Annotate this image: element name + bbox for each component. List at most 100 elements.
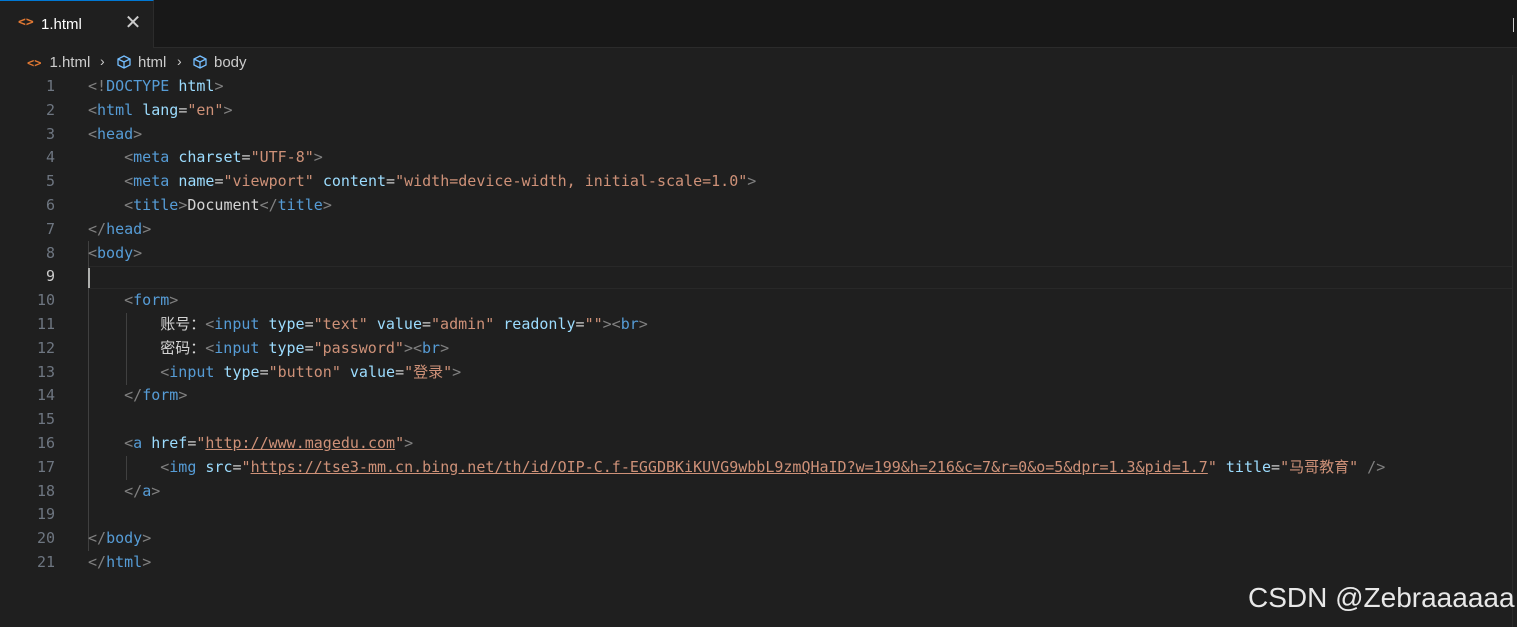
code-token-bracket: < [124,434,134,452]
code-token-tag: br [620,315,639,333]
code-token-tag: a [133,434,143,452]
code-editor-window: <> 1.html ✕ <> 1.html › html › body 12345… [0,0,1517,627]
code-token-str: "viewport" [223,172,314,191]
code-token-tag: head [97,124,134,143]
line-number: 9 [45,267,55,286]
line-number: 20 [36,529,55,548]
breadcrumb-file[interactable]: <> 1.html [27,54,90,71]
line-number: 11 [36,315,55,333]
code-token-bracket: > [452,362,462,381]
code-token-tag: a [142,481,152,500]
code-line[interactable]: <meta name="viewport" content="width=dev… [88,170,756,194]
code-token-tag: html [97,100,134,119]
code-token-str: "button" [268,362,341,381]
code-token-eq: = [304,315,314,333]
code-line[interactable]: <a href="http://www.magedu.com"> [88,432,413,456]
html-file-icon: <> [27,56,42,70]
code-token-attr: readonly [503,315,576,333]
code-token-bracket: < [88,243,98,262]
code-token-attr: title [1225,457,1272,476]
line-number: 6 [45,196,55,214]
code-token-tag: title [277,196,323,214]
code-line[interactable]: <img src="https://tse3-mm.cn.bing.net/th… [88,456,1385,480]
code-token-url: http://www.magedu.com [205,434,396,452]
code-line[interactable]: <head> [88,123,142,147]
breadcrumb-body-label: body [214,54,247,71]
breadcrumb: <> 1.html › html › body [0,50,1517,76]
code-token-bracket: < [124,172,134,191]
code-token-bracket: < [160,457,170,476]
breadcrumb-file-label: 1.html [49,54,91,71]
chevron-right-icon: › [177,53,182,69]
split-editor-icon[interactable] [1513,18,1517,32]
code-line[interactable]: <input type="button" value="登录"> [88,361,461,385]
code-token-txt: 密码： [88,338,206,357]
line-number: 8 [45,243,55,262]
symbol-element-icon [193,55,207,69]
code-line[interactable]: </body> [88,527,151,551]
breadcrumb-html-label: html [138,54,167,71]
code-token-str: "en" [187,100,224,119]
code-token-attr: content [322,172,387,191]
code-token-bracket: < [124,291,134,310]
line-number: 21 [36,553,55,571]
code-token-tag: input [214,338,260,357]
symbol-element-icon [117,55,131,69]
close-icon[interactable]: ✕ [121,10,145,34]
code-token-str: "width=device-width, initial-scale=1.0" [395,172,748,191]
breadcrumb-item-body[interactable]: body [192,54,247,71]
tab-1-html[interactable]: <> 1.html ✕ [0,0,154,48]
code-line[interactable]: 密码：<input type="password"><br> [88,337,449,361]
code-line[interactable]: 账号：<input type="text" value="admin" read… [88,313,648,337]
code-token-bracket: < [160,362,170,381]
code-line[interactable]: <html lang="en"> [88,99,233,123]
code-token-bracket: </ [124,481,143,500]
code-token-eq: = [422,315,432,333]
code-line[interactable]: <!DOCTYPE html> [88,75,223,99]
code-token-bracket: <! [88,77,107,95]
code-token-bracket: </ [88,219,107,238]
code-token-attr: type [268,315,305,333]
tab-label: 1.html [41,16,82,33]
code-token-bracket: </ [88,553,107,571]
html-file-icon: <> [18,15,34,30]
code-token-bracket: < [205,315,215,333]
code-line[interactable]: <body> [88,242,142,266]
code-token-bracket: > [178,196,188,214]
code-token-str: "马哥教育" [1280,457,1359,476]
scrollbar[interactable] [1512,75,1517,627]
line-number: 4 [45,148,55,167]
tab-bar: <> 1.html ✕ [0,0,1517,48]
code-token-bracket: > [169,291,179,310]
code-token-eq: = [395,362,405,381]
code-token-bracket: < [205,338,215,357]
code-token-bracket: < [88,100,98,119]
code-line[interactable]: <form> [88,289,178,313]
code-token-bracket: > [142,219,152,238]
code-line[interactable]: </a> [88,480,160,504]
code-token-bracket: /> [1367,457,1386,476]
line-number: 17 [36,457,55,476]
code-line[interactable]: </form> [88,384,187,408]
code-token-tag: meta [133,148,170,167]
code-token-bracket: </ [259,196,278,214]
code-line[interactable]: <title>Document</title> [88,194,332,218]
code-token-tag: title [133,196,179,214]
code-line[interactable]: </html> [88,551,151,575]
line-number: 14 [36,386,55,405]
code-line[interactable]: <meta charset="UTF-8"> [88,146,323,170]
code-token-bracket: > [313,148,323,167]
code-token-str: " [1207,457,1217,476]
code-line[interactable]: </head> [88,218,151,242]
line-number: 16 [36,434,55,452]
code-token-tag: form [142,386,179,405]
line-number: 1 [45,77,55,95]
breadcrumb-item-html[interactable]: html [116,54,166,71]
